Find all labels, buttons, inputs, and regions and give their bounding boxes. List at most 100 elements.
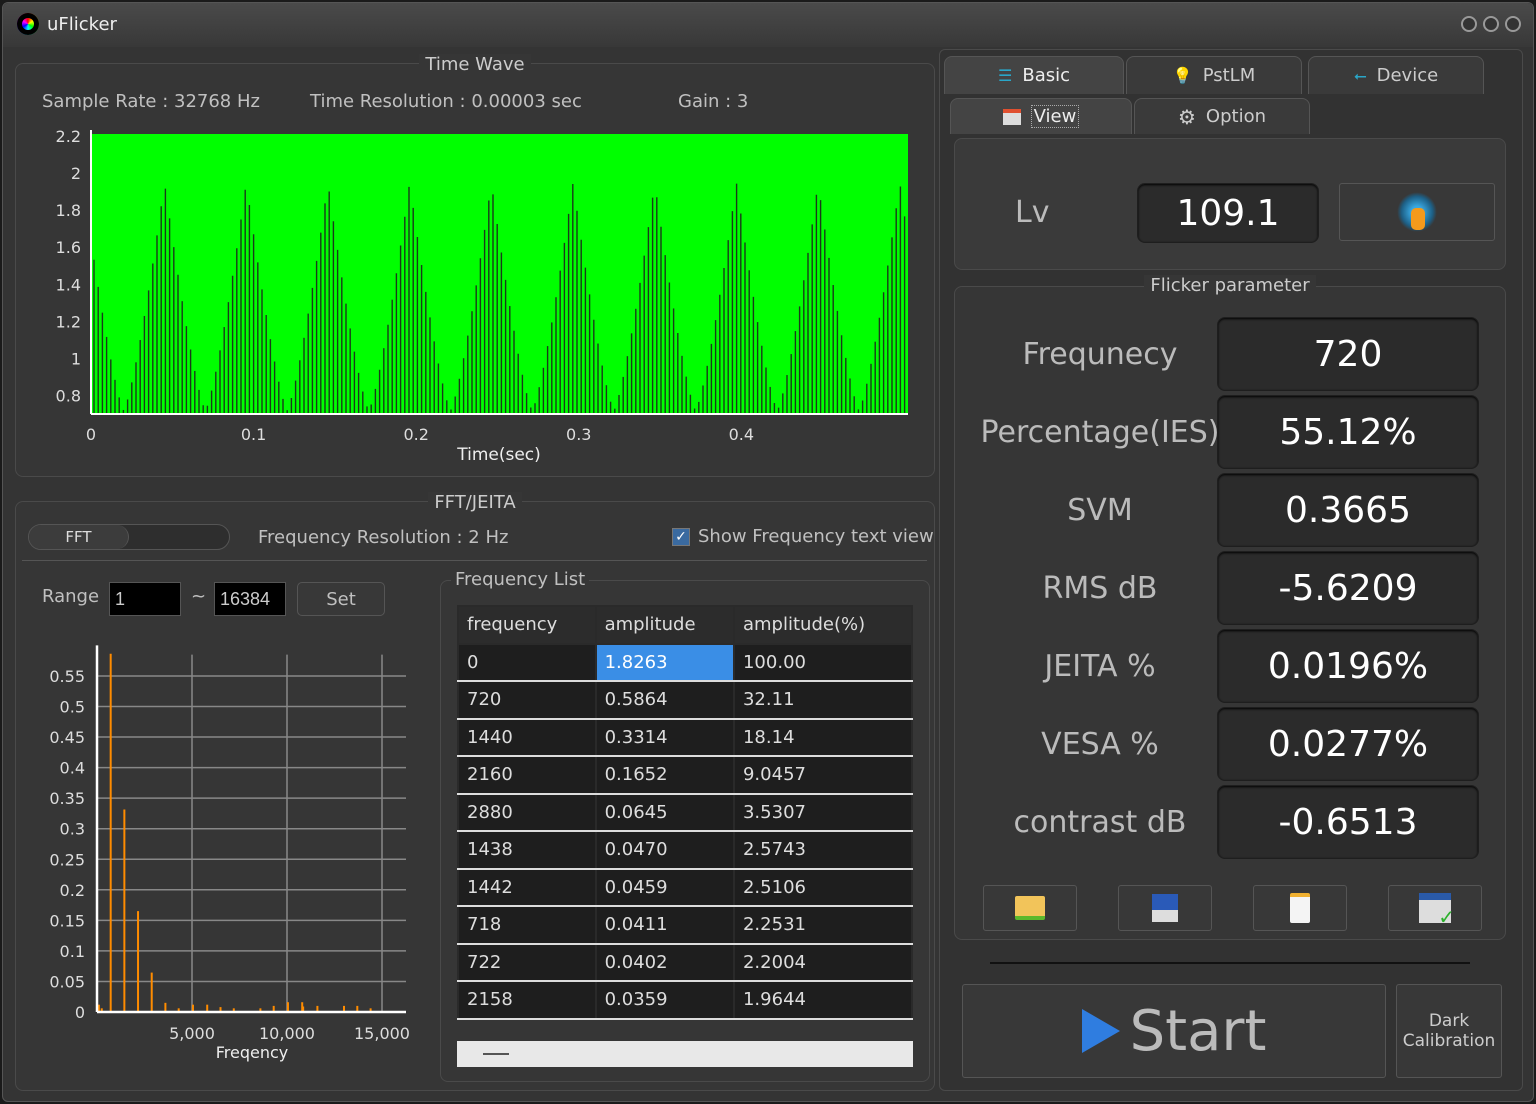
param-value: 0.3665 [1217, 473, 1479, 547]
table-row[interactable]: 2880 0.0645 3.5307 [457, 792, 914, 832]
x-axis-label: Time(sec) [456, 445, 541, 465]
floppy-save-icon [1152, 894, 1178, 922]
table-cell[interactable]: 1438 [457, 830, 597, 870]
table-cell[interactable]: 32.11 [732, 680, 914, 720]
flicker-param-row: RMS dB -5.6209 [955, 551, 1507, 627]
scrollbar-handle[interactable] [483, 1053, 509, 1055]
table-cell[interactable]: 0.0470 [594, 830, 735, 870]
column-header-0[interactable]: frequency [457, 605, 597, 644]
table-row[interactable]: 722 0.0402 2.2004 [457, 942, 914, 982]
time-wave-title: Time Wave [419, 54, 531, 75]
y-tick-label: 0.25 [49, 850, 85, 869]
frequency-table: frequency amplitude amplitude(%) 0 1.8263 100… [457, 605, 914, 1020]
minimize-button[interactable] [1461, 16, 1477, 32]
tab-label: Device [1376, 65, 1439, 86]
frequency-list-group: Frequency List frequency amplitude amplitu… [440, 569, 930, 1082]
table-cell[interactable]: 2.5106 [732, 867, 914, 907]
fft-mode-label: FFT [29, 525, 129, 549]
table-cell[interactable]: 718 [457, 905, 597, 945]
table-cell[interactable]: 9.0457 [732, 755, 914, 795]
show-text-view-checkbox[interactable]: ✓ Show Frequency text view [672, 526, 934, 547]
table-row[interactable]: 0 1.8263 100.00 [457, 642, 914, 682]
table-cell[interactable]: 18.14 [732, 717, 914, 757]
param-label: Percentage(IES) [980, 415, 1220, 450]
y-tick-label: 0.8 [56, 386, 81, 405]
y-tick-label: 0.05 [49, 972, 85, 991]
table-row[interactable]: 718 0.0411 2.2531 [457, 905, 914, 945]
table-cell[interactable]: 0.0645 [594, 792, 735, 832]
param-value: 0.0277% [1217, 707, 1479, 781]
wave-fill [91, 134, 908, 414]
table-cell[interactable]: 0.0359 [594, 980, 735, 1020]
x-tick-label: 0.1 [241, 425, 266, 444]
column-header-2[interactable]: amplitude(%) [732, 605, 914, 644]
lv-group: Lv 109.1 [954, 138, 1506, 270]
save-button[interactable] [1118, 885, 1212, 931]
table-cell[interactable]: 2.5743 [732, 830, 914, 870]
table-cell[interactable]: 1440 [457, 717, 597, 757]
table-cell[interactable]: 0.5864 [594, 680, 735, 720]
folder-open-icon [1015, 896, 1045, 920]
table-cell[interactable]: 2160 [457, 755, 597, 795]
time-wave-group: Time Wave Sample Rate : 32768 Hz Time Re… [15, 54, 935, 477]
fft-mode-toggle[interactable]: FFT [28, 524, 230, 550]
tab-view[interactable]: View [950, 98, 1132, 134]
param-label: SVM [1067, 493, 1133, 528]
table-cell[interactable]: 1442 [457, 867, 597, 907]
maximize-button[interactable] [1483, 16, 1499, 32]
table-cell[interactable]: 1.8263 [594, 642, 735, 682]
touch-hand-icon [1397, 192, 1437, 232]
table-cell[interactable]: 0.0411 [594, 905, 735, 945]
range-from-input[interactable] [109, 582, 181, 616]
table-cell[interactable]: 0.1652 [594, 755, 735, 795]
x-tick-label: 10,000 [259, 1024, 315, 1043]
table-cell[interactable]: 100.00 [732, 642, 914, 682]
flicker-param-row: JEITA % 0.0196% [955, 629, 1507, 705]
table-cell[interactable]: 2158 [457, 980, 597, 1020]
table-cell[interactable]: 2.2004 [732, 942, 914, 982]
table-row[interactable]: 2158 0.0359 1.9644 [457, 980, 914, 1020]
table-horizontal-scrollbar[interactable] [457, 1041, 913, 1067]
table-cell[interactable]: 0.0459 [594, 867, 735, 907]
table-cell[interactable]: 722 [457, 942, 597, 982]
table-row[interactable]: 1440 0.3314 18.14 [457, 717, 914, 757]
fft-title: FFT/JEITA [428, 492, 522, 513]
bulb-icon: 💡 [1172, 66, 1193, 85]
tab-pstlm[interactable]: 💡 PstLM [1126, 56, 1302, 94]
table-row[interactable]: 2160 0.1652 9.0457 [457, 755, 914, 795]
flicker-param-row: SVM 0.3665 [955, 473, 1507, 549]
tab-label: Basic [1022, 65, 1070, 86]
table-cell[interactable]: 0.0402 [594, 942, 735, 982]
set-range-label: Set [326, 588, 356, 610]
table-cell[interactable]: 2880 [457, 792, 597, 832]
range-to-input[interactable] [214, 582, 286, 616]
table-cell[interactable]: 3.5307 [732, 792, 914, 832]
tab-basic[interactable]: ☰ Basic [944, 56, 1124, 94]
table-cell[interactable]: 2.2531 [732, 905, 914, 945]
dark-calibration-button[interactable]: Dark Calibration [1396, 984, 1502, 1078]
tab-label: PstLM [1202, 65, 1256, 86]
table-cell[interactable]: 0.3314 [594, 717, 735, 757]
column-header-1[interactable]: amplitude [594, 605, 735, 644]
y-tick-label: 0 [75, 1003, 85, 1022]
tab-device[interactable]: ⭠ Device [1308, 56, 1484, 94]
table-row[interactable]: 1438 0.0470 2.5743 [457, 830, 914, 870]
table-export-button[interactable]: ✓ [1388, 885, 1482, 931]
param-label: Frequnecy [1022, 337, 1178, 372]
measure-button[interactable] [1339, 183, 1495, 241]
report-button[interactable] [1253, 885, 1347, 931]
close-button[interactable] [1505, 16, 1521, 32]
x-tick-label: 15,000 [354, 1024, 410, 1043]
tab-option[interactable]: ⚙ Option [1134, 98, 1310, 134]
table-cell[interactable]: 0 [457, 642, 597, 682]
play-icon [1081, 1009, 1120, 1053]
param-label: VESA % [1041, 727, 1159, 762]
gain: Gain : 3 [678, 91, 749, 112]
table-row[interactable]: 720 0.5864 32.11 [457, 680, 914, 720]
table-row[interactable]: 1442 0.0459 2.5106 [457, 867, 914, 907]
open-file-button[interactable] [983, 885, 1077, 931]
table-cell[interactable]: 1.9644 [732, 980, 914, 1020]
start-button[interactable]: Start [962, 984, 1386, 1078]
set-range-button[interactable]: Set [297, 582, 385, 616]
table-cell[interactable]: 720 [457, 680, 597, 720]
